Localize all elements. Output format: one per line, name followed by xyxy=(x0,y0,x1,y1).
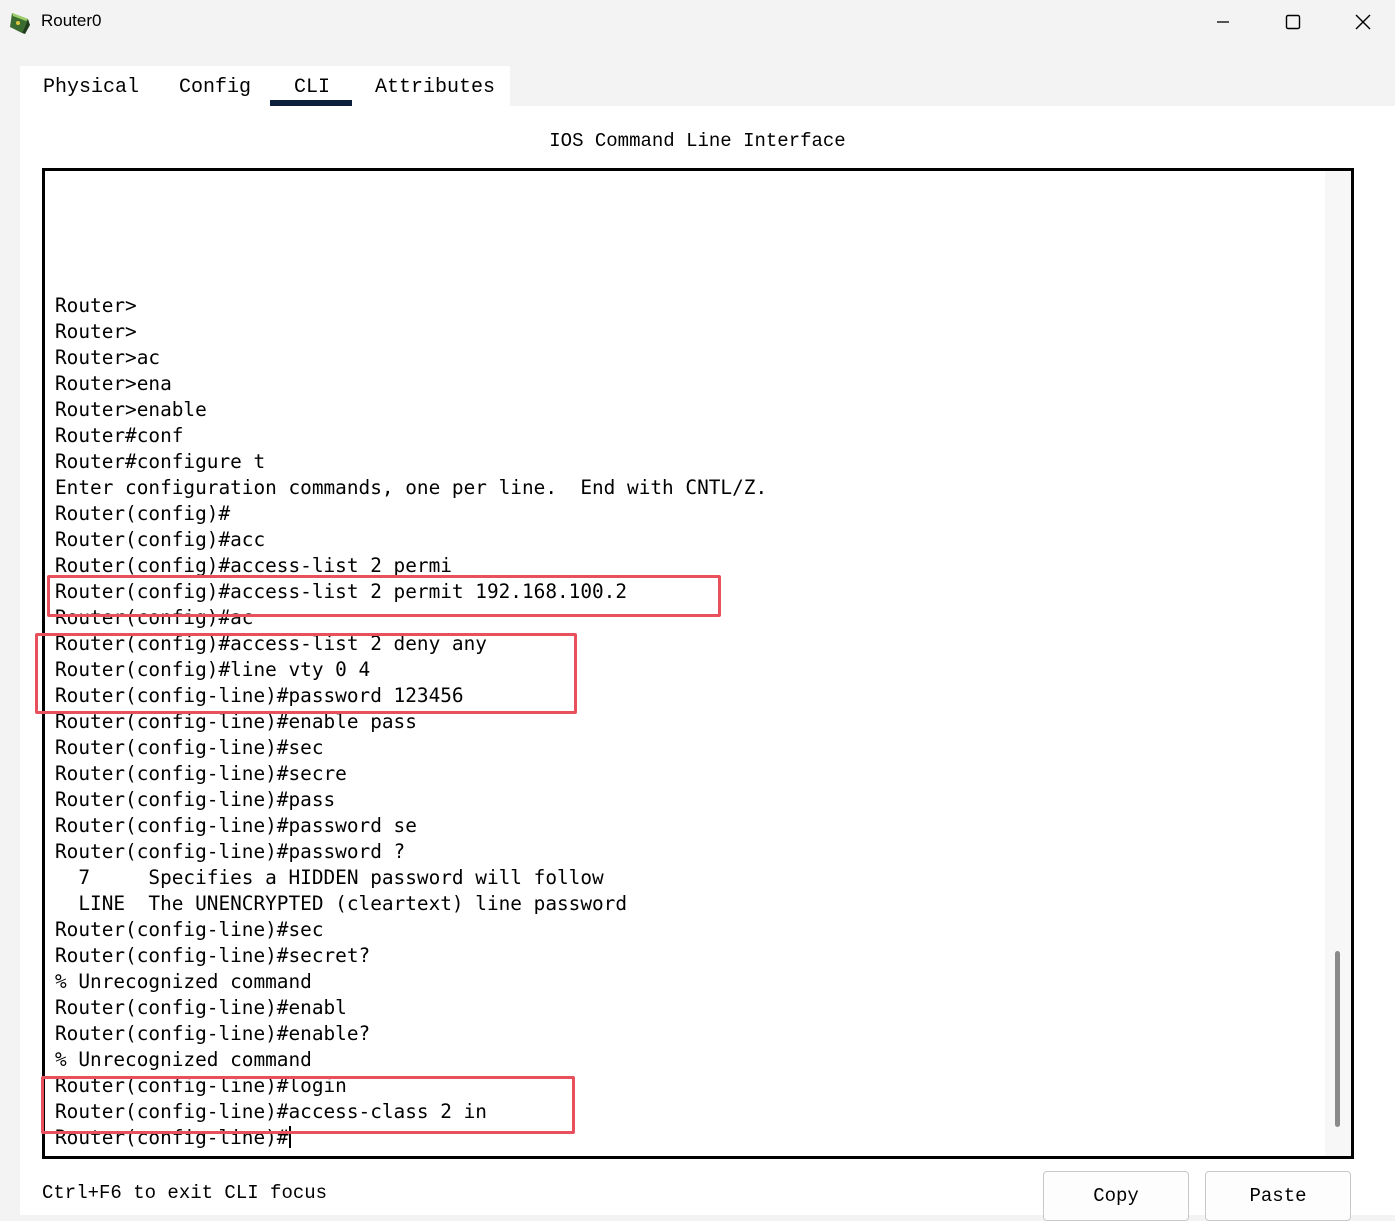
terminal-line-text: Router> xyxy=(55,320,137,343)
minimize-button[interactable] xyxy=(1188,0,1258,44)
terminal-line: Router#configure t xyxy=(55,449,767,475)
terminal-line-text: Router(config-line)#sec xyxy=(55,918,324,941)
terminal-line-text: Router(config)#access-list 2 permi xyxy=(55,554,452,577)
terminal-line: Router(config-line)#sec xyxy=(55,917,767,943)
tab-physical[interactable]: Physical xyxy=(43,76,139,106)
terminal-line-text: Router(config-line)#password ? xyxy=(55,840,406,863)
terminal-line-text: Router>enable xyxy=(55,398,207,421)
terminal-line: Router(config-line)#enable? xyxy=(55,1021,767,1047)
terminal-line-text: Router>ac xyxy=(55,346,161,369)
terminal-line-text: Router#conf xyxy=(55,424,184,447)
terminal-line-text: Router(config-line)#pass xyxy=(55,788,336,811)
maximize-button[interactable] xyxy=(1258,0,1328,44)
tab-strip: Physical Config CLI Attributes xyxy=(20,66,510,106)
scrollbar-thumb[interactable] xyxy=(1335,951,1340,1127)
terminal-line: Router(config-line)#password ? xyxy=(55,839,767,865)
terminal-line: Router(config-line)#enabl xyxy=(55,995,767,1021)
terminal-line: Router(config)# xyxy=(55,501,767,527)
tab-attributes[interactable]: Attributes xyxy=(375,76,495,106)
close-icon xyxy=(1355,14,1371,30)
copy-button[interactable]: Copy xyxy=(1043,1171,1189,1221)
terminal-line: % Unrecognized command xyxy=(55,1047,767,1073)
terminal-line-text: Router>ena xyxy=(55,372,172,395)
terminal-line-text: Router(config-line)#password se xyxy=(55,814,417,837)
minimize-icon xyxy=(1216,15,1230,29)
highlight-box-login-access-class xyxy=(41,1076,575,1134)
tab-config[interactable]: Config xyxy=(179,76,251,106)
terminal-line-text: Router(config)# xyxy=(55,502,231,525)
terminal-line: % Unrecognized command xyxy=(55,969,767,995)
terminal-line-text: Router(config-line)#enable? xyxy=(55,1022,371,1045)
terminal-line: Router(config-line)#pass xyxy=(55,787,767,813)
terminal-line: Router(config-line)#sec xyxy=(55,735,767,761)
terminal-line-text: Router(config)#acc xyxy=(55,528,266,551)
cli-heading: IOS Command Line Interface xyxy=(549,130,846,152)
paste-button[interactable]: Paste xyxy=(1205,1171,1351,1221)
window-title: Router0 xyxy=(41,11,102,30)
terminal-line-text: Router> xyxy=(55,294,137,317)
cli-focus-hint: Ctrl+F6 to exit CLI focus xyxy=(42,1182,328,1204)
terminal-line: Router(config)#acc xyxy=(55,527,767,553)
terminal-line-text: 7 Specifies a HIDDEN password will follo… xyxy=(55,866,604,889)
router-device-icon xyxy=(8,9,34,35)
terminal-line-text: Router(config-line)#enabl xyxy=(55,996,347,1019)
terminal-line: 7 Specifies a HIDDEN password will follo… xyxy=(55,865,767,891)
close-button[interactable] xyxy=(1328,0,1395,44)
terminal-line-text: % Unrecognized command xyxy=(55,970,312,993)
terminal-line: LINE The UNENCRYPTED (cleartext) line pa… xyxy=(55,891,767,917)
terminal-line: Router(config-line)#secret? xyxy=(55,943,767,969)
maximize-icon xyxy=(1285,14,1301,30)
terminal-output: Router> Router> Router>ac Router>ena Router>… xyxy=(55,293,767,1151)
terminal-line: Router>ena xyxy=(55,371,767,397)
terminal-line: Enter configuration commands, one per li… xyxy=(55,475,767,501)
highlight-box-permit xyxy=(47,575,721,617)
terminal-line-text: Router(config-line)#secret? xyxy=(55,944,371,967)
terminal-line: Router(config-line)#password se xyxy=(55,813,767,839)
terminal-scrollbar[interactable] xyxy=(1325,171,1351,1156)
window-titlebar: Router0 xyxy=(0,0,1395,44)
terminal-line-text: % Unrecognized command xyxy=(55,1048,312,1071)
terminal-line-text: Router#configure t xyxy=(55,450,266,473)
terminal-line: Router(config-line)#secre xyxy=(55,761,767,787)
terminal-line: Router>enable xyxy=(55,397,767,423)
terminal-line-text: Router(config-line)#sec xyxy=(55,736,324,759)
terminal-line: Router>ac xyxy=(55,345,767,371)
terminal-line: Router> xyxy=(55,319,767,345)
terminal-line: Router> xyxy=(55,293,767,319)
terminal-line-text: LINE The UNENCRYPTED (cleartext) line pa… xyxy=(55,892,628,915)
highlight-box-deny-vty-password xyxy=(35,633,577,714)
terminal-line-text: Enter configuration commands, one per li… xyxy=(55,476,768,499)
terminal-line: Router#conf xyxy=(55,423,767,449)
terminal-line-text: Router(config-line)#secre xyxy=(55,762,347,785)
